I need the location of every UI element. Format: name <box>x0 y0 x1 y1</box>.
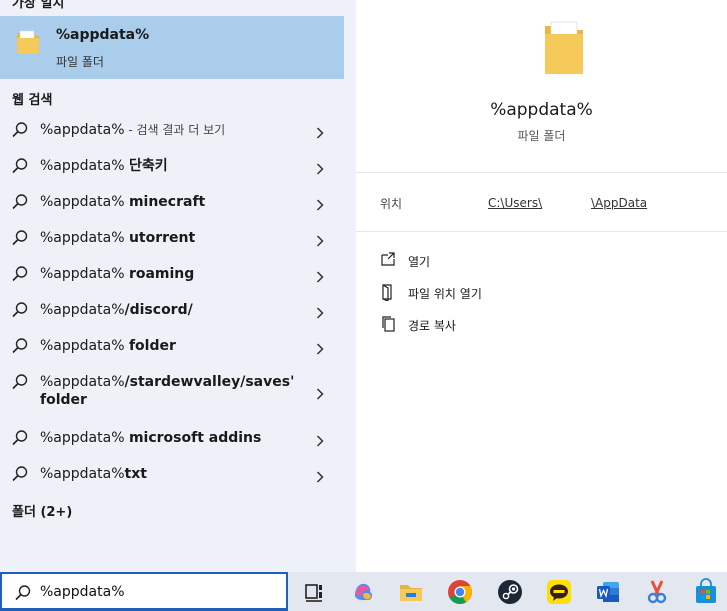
microsoft-store-icon[interactable] <box>692 578 720 606</box>
copy-path-label: 경로 복사 <box>408 319 456 333</box>
list-item[interactable]: %appdata% - 검색 결과 더 보기 <box>0 112 344 148</box>
list-item[interactable]: %appdata%txt <box>0 456 344 492</box>
open-location-label: 파일 위치 열기 <box>408 287 482 301</box>
result-query: %appdata% <box>40 466 125 482</box>
chevron-right-icon <box>316 340 324 359</box>
chevron-right-icon <box>316 124 324 143</box>
file-explorer-icon[interactable] <box>397 578 425 606</box>
list-item[interactable]: %appdata%/discord/ <box>0 292 344 328</box>
result-desc: - 검색 결과 더 보기 <box>124 123 226 137</box>
list-item[interactable]: %appdata% utorrent <box>0 220 344 256</box>
best-match-type: 파일 폴더 <box>56 55 104 69</box>
search-icon <box>11 337 29 359</box>
folders-section-title[interactable]: 폴더 (2+) <box>12 501 72 520</box>
search-icon <box>11 229 29 251</box>
preview-subtitle: 파일 폴더 <box>517 129 566 143</box>
copilot-icon[interactable] <box>349 578 377 606</box>
result-query: %appdata% <box>40 338 129 354</box>
list-item[interactable]: %appdata% microsoft addins <box>0 420 344 456</box>
best-match-title: 가장 일치 <box>12 0 65 11</box>
result-suffix: roaming <box>128 266 195 282</box>
chevron-right-icon <box>316 468 324 487</box>
result-query: %appdata% <box>40 194 129 210</box>
chevron-right-icon <box>316 196 324 215</box>
open-location-action[interactable]: 파일 위치 열기 <box>380 283 680 305</box>
open-label: 열기 <box>408 255 431 269</box>
list-item[interactable]: %appdata% minecraft <box>0 184 344 220</box>
result-query: %appdata% <box>40 230 129 246</box>
location-link-appdata[interactable]: \AppData <box>591 196 647 210</box>
search-icon <box>14 584 32 606</box>
search-icon <box>11 193 29 215</box>
result-query: %appdata% <box>40 266 129 282</box>
copy-icon <box>380 315 396 337</box>
result-query: %appdata% <box>40 122 125 138</box>
search-icon <box>11 373 29 395</box>
chevron-right-icon <box>316 385 324 404</box>
web-search-title: 웹 검색 <box>12 93 53 108</box>
result-suffix: microsoft addins <box>128 430 262 446</box>
result-suffix: 단축키 <box>128 158 168 174</box>
location-label: 위치 <box>380 197 403 211</box>
result-query: %appdata% <box>40 158 129 174</box>
chevron-right-icon <box>316 304 324 323</box>
list-item[interactable]: %appdata% 단축키 <box>0 148 344 184</box>
search-icon <box>11 465 29 487</box>
location-link-users[interactable]: C:\Users\ <box>488 196 542 210</box>
result-suffix: /discord/ <box>124 302 193 318</box>
search-input[interactable] <box>40 580 280 604</box>
result-query: %appdata% <box>40 374 125 390</box>
list-item[interactable]: %appdata%/stardewvalley/saves' folder <box>0 364 344 416</box>
chevron-right-icon <box>316 160 324 179</box>
divider <box>356 231 727 232</box>
divider <box>356 172 727 173</box>
taskbar-search-box[interactable] <box>0 572 288 611</box>
snipping-tool-icon[interactable] <box>643 578 671 606</box>
open-icon <box>380 251 396 271</box>
search-icon <box>11 429 29 451</box>
list-item[interactable]: %appdata% roaming <box>0 256 344 292</box>
copy-path-action[interactable]: 경로 복사 <box>380 315 680 337</box>
word-icon[interactable] <box>594 578 622 606</box>
chevron-right-icon <box>316 432 324 451</box>
preview-pane: %appdata% 파일 폴더 위치 C:\Users\ \AppData 열기… <box>356 0 727 572</box>
best-match-item[interactable]: %appdata% 파일 폴더 <box>0 16 344 79</box>
search-icon <box>11 265 29 287</box>
folder-icon <box>542 20 586 82</box>
search-icon <box>11 301 29 323</box>
best-match-name: %appdata% <box>56 27 150 43</box>
result-query: %appdata% <box>40 302 125 318</box>
search-results-pane: 가장 일치 %appdata% 파일 폴더 웹 검색 %appdata% - 검… <box>0 0 356 572</box>
result-suffix: minecraft <box>128 194 206 210</box>
result-suffix: folder <box>128 338 176 354</box>
open-action[interactable]: 열기 <box>380 251 680 273</box>
chevron-right-icon <box>316 232 324 251</box>
steam-icon[interactable] <box>496 578 524 606</box>
taskbar <box>0 572 727 611</box>
list-item[interactable]: %appdata% folder <box>0 328 344 364</box>
folder-location-icon <box>380 283 396 305</box>
chevron-right-icon <box>316 268 324 287</box>
search-icon <box>11 157 29 179</box>
result-suffix: utorrent <box>128 230 196 246</box>
folder-icon <box>15 29 41 61</box>
result-suffix: txt <box>124 466 147 482</box>
task-view-icon[interactable] <box>300 578 328 606</box>
preview-title: %appdata% <box>490 100 593 120</box>
kakaotalk-icon[interactable] <box>545 578 573 606</box>
result-query: %appdata% <box>40 430 129 446</box>
chrome-icon[interactable] <box>446 578 474 606</box>
search-icon <box>11 121 29 143</box>
